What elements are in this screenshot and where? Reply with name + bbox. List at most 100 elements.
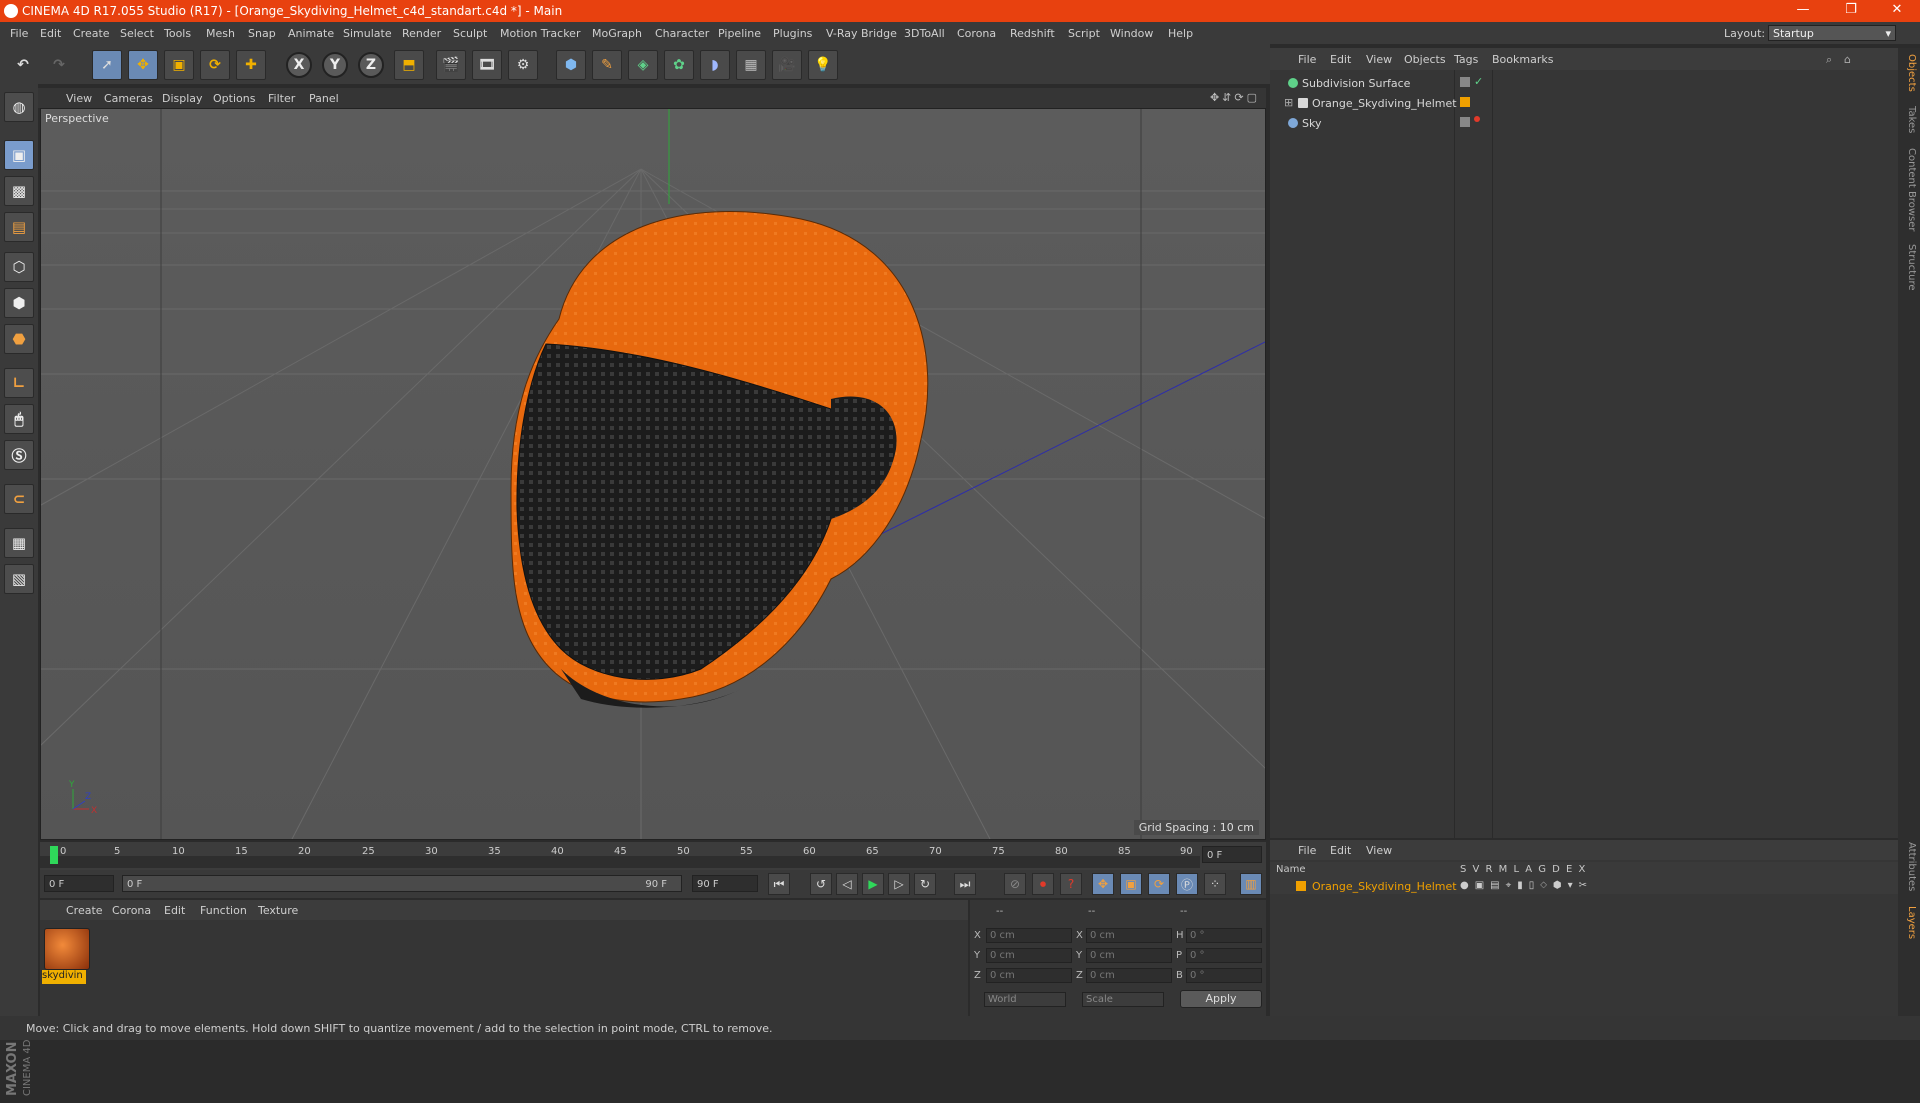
- next-key-icon[interactable]: ↻: [914, 873, 936, 895]
- menu-render[interactable]: Render: [402, 27, 441, 40]
- cloner-icon[interactable]: ✿: [664, 50, 694, 80]
- pos-z-field[interactable]: 0 cm: [986, 968, 1072, 983]
- menu-vray-bridge[interactable]: V-Ray Bridge: [826, 27, 897, 40]
- layer-name[interactable]: Orange_Skydiving_Helmet: [1312, 880, 1457, 893]
- tab-objects[interactable]: Objects: [1901, 54, 1917, 92]
- go-to-start-icon[interactable]: ⏮: [768, 873, 790, 895]
- axis-mode-icon[interactable]: ∟: [4, 368, 34, 398]
- add-icon[interactable]: ✚: [236, 50, 266, 80]
- rot-p-field[interactable]: 0 °: [1186, 948, 1262, 963]
- object-row-sky[interactable]: Sky: [1274, 114, 1894, 132]
- edit-render-icon[interactable]: ⚙: [508, 50, 538, 80]
- render-picture-icon[interactable]: 🎞: [472, 50, 502, 80]
- search-icon[interactable]: ⌕: [1826, 53, 1832, 67]
- menu-simulate[interactable]: Simulate: [343, 27, 392, 40]
- select-icon[interactable]: ➚: [92, 50, 122, 80]
- light-icon[interactable]: 💡: [808, 50, 838, 80]
- menu-pipeline[interactable]: Pipeline: [718, 27, 761, 40]
- layer-color-swatch[interactable]: [1296, 881, 1306, 891]
- menu-script[interactable]: Script: [1068, 27, 1100, 40]
- make-editable-icon[interactable]: ◍: [4, 92, 34, 122]
- obj-menu-bookmarks[interactable]: Bookmarks: [1492, 53, 1553, 66]
- deformer-icon[interactable]: ◗: [700, 50, 730, 80]
- axis-x-button[interactable]: X: [286, 52, 312, 78]
- home-icon[interactable]: ⌂: [1844, 53, 1851, 66]
- lock-workplane-icon[interactable]: ▦: [4, 528, 34, 558]
- tab-structure[interactable]: Structure: [1901, 244, 1917, 291]
- restore-button[interactable]: ❐: [1836, 2, 1866, 20]
- keyframe-selection-icon[interactable]: ?: [1060, 873, 1082, 895]
- visibility-toggle-icon[interactable]: [1460, 117, 1470, 127]
- mat-menu-corona[interactable]: Corona: [112, 904, 151, 917]
- move-icon[interactable]: ✥: [128, 50, 158, 80]
- key-pla-icon[interactable]: ⁘: [1204, 873, 1226, 895]
- vp-menu-display[interactable]: Display: [162, 92, 203, 105]
- next-frame-icon[interactable]: ▷: [888, 873, 910, 895]
- frame-range-slider[interactable]: 0 F 90 F: [122, 875, 682, 892]
- tab-takes[interactable]: Takes: [1901, 106, 1917, 133]
- expand-icon[interactable]: ⊞: [1284, 96, 1293, 109]
- apply-button[interactable]: Apply: [1180, 990, 1262, 1008]
- key-rotation-icon[interactable]: ⟳: [1148, 873, 1170, 895]
- obj-menu-tags[interactable]: Tags: [1454, 53, 1478, 66]
- minimize-button[interactable]: —: [1788, 2, 1818, 20]
- vp-menu-filter[interactable]: Filter: [268, 92, 295, 105]
- rotate-icon[interactable]: ⟳: [200, 50, 230, 80]
- snap-icon[interactable]: Ⓢ: [4, 440, 34, 470]
- render-view-icon[interactable]: 🎬: [436, 50, 466, 80]
- polygons-mode-icon[interactable]: ⬣: [4, 324, 34, 354]
- obj-menu-view[interactable]: View: [1366, 53, 1392, 66]
- mat-menu-function[interactable]: Function: [200, 904, 247, 917]
- visibility-toggle-icon[interactable]: [1460, 77, 1470, 87]
- go-to-end-icon[interactable]: ⏭: [954, 873, 976, 895]
- menu-plugins[interactable]: Plugins: [773, 27, 812, 40]
- menu-redshift[interactable]: Redshift: [1010, 27, 1055, 40]
- obj-menu-edit[interactable]: Edit: [1330, 53, 1351, 66]
- floor-icon[interactable]: ▦: [736, 50, 766, 80]
- cube-icon[interactable]: ⬢: [556, 50, 586, 80]
- menu-mograph[interactable]: MoGraph: [592, 27, 642, 40]
- axis-z-button[interactable]: Z: [358, 52, 384, 78]
- menu-help[interactable]: Help: [1168, 27, 1193, 40]
- end-frame-field[interactable]: 90 F: [692, 875, 758, 892]
- edges-mode-icon[interactable]: ⬢: [4, 288, 34, 318]
- menu-edit[interactable]: Edit: [40, 27, 61, 40]
- pos-y-field[interactable]: 0 cm: [986, 948, 1072, 963]
- perspective-viewport[interactable]: Y X Z Perspective Grid Spacing : 10 cm: [40, 108, 1266, 840]
- rot-b-field[interactable]: 0 °: [1186, 968, 1262, 983]
- playhead[interactable]: [50, 846, 58, 864]
- planar-workplane-icon[interactable]: ▧: [4, 564, 34, 594]
- menu-sculpt[interactable]: Sculpt: [453, 27, 487, 40]
- material-name[interactable]: skydivin: [42, 970, 86, 984]
- menu-motion-tracker[interactable]: Motion Tracker: [500, 27, 580, 40]
- scale-icon[interactable]: ▣: [164, 50, 194, 80]
- menu-character[interactable]: Character: [655, 27, 709, 40]
- size-y-field[interactable]: 0 cm: [1086, 948, 1172, 963]
- vp-menu-view[interactable]: View: [66, 92, 92, 105]
- render-off-icon[interactable]: [1474, 116, 1480, 122]
- mat-menu-edit[interactable]: Edit: [164, 904, 185, 917]
- menu-mesh[interactable]: Mesh: [206, 27, 235, 40]
- layer-menu-edit[interactable]: Edit: [1330, 844, 1351, 857]
- menu-select[interactable]: Select: [120, 27, 154, 40]
- coord-icon[interactable]: ⬒: [394, 50, 424, 80]
- axis-y-button[interactable]: Y: [322, 52, 348, 78]
- pos-x-field[interactable]: 0 cm: [986, 928, 1072, 943]
- menu-animate[interactable]: Animate: [288, 27, 334, 40]
- redo-icon[interactable]: ↷: [44, 50, 74, 80]
- model-mode-icon[interactable]: ▣: [4, 140, 34, 170]
- pen-icon[interactable]: ✎: [592, 50, 622, 80]
- prev-frame-icon[interactable]: ◁: [836, 873, 858, 895]
- mat-menu-texture[interactable]: Texture: [258, 904, 298, 917]
- close-button[interactable]: ✕: [1882, 2, 1912, 20]
- points-mode-icon[interactable]: ⬡: [4, 252, 34, 282]
- prev-key-icon[interactable]: ↺: [810, 873, 832, 895]
- layer-color-tag[interactable]: [1460, 97, 1470, 107]
- texture-mode-icon[interactable]: ▩: [4, 176, 34, 206]
- timeline-ruler[interactable]: 0 5 10 15 20 25 30 35 40 45 50 55 60 65 …: [40, 842, 1266, 870]
- layer-row[interactable]: Orange_Skydiving_Helmet ●▣▤⌖▮▯⬦⬢▾✂: [1270, 878, 1898, 894]
- object-row-helmet[interactable]: ⊞ Orange_Skydiving_Helmet: [1274, 94, 1894, 112]
- size-z-field[interactable]: 0 cm: [1086, 968, 1172, 983]
- layer-menu-file[interactable]: File: [1298, 844, 1316, 857]
- timeline-window-icon[interactable]: ▥: [1240, 873, 1262, 895]
